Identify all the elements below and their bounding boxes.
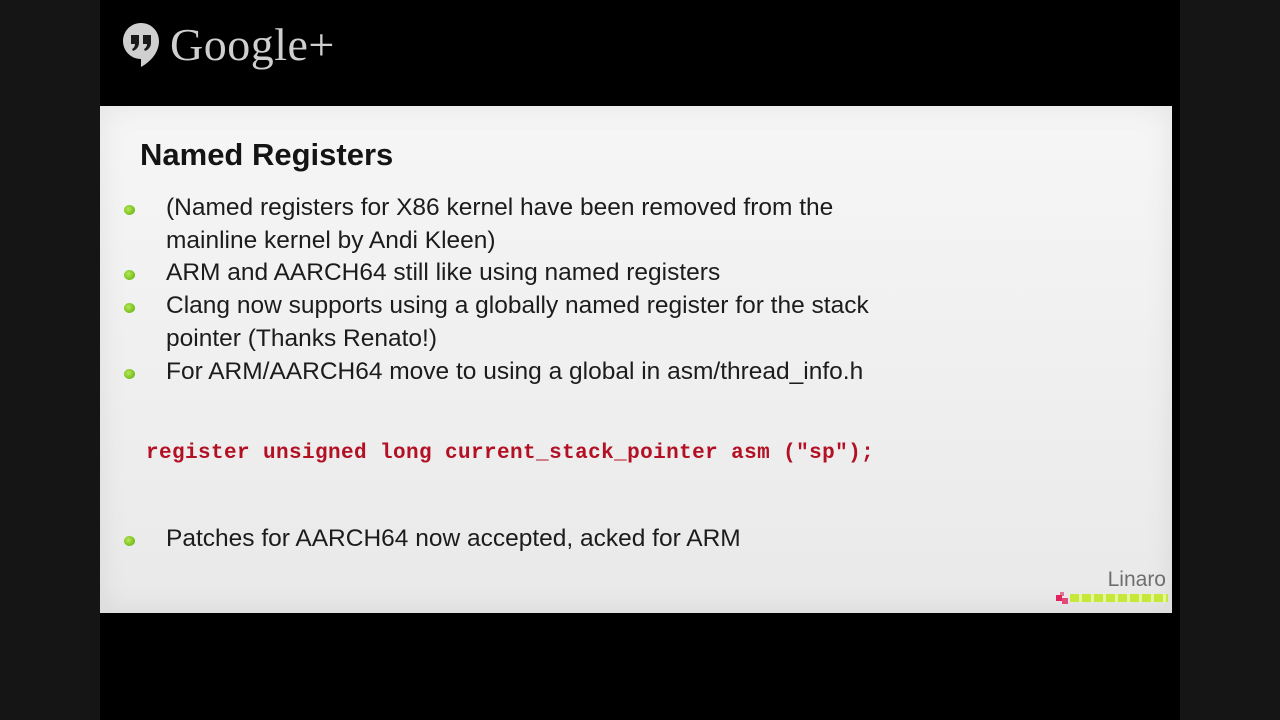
bullet-dot <box>124 369 135 379</box>
left-pillarbox <box>0 0 100 720</box>
bullet-line: Patches for AARCH64 now accepted, acked … <box>166 525 741 552</box>
bullet-dot <box>124 205 135 215</box>
hangouts-icon <box>123 23 159 67</box>
bullet-line: mainline kernel by Andi Kleen) <box>166 226 496 254</box>
bullet-dot <box>124 303 135 313</box>
bullet-item: (Named registers for X86 kernel have bee… <box>166 192 1146 257</box>
bullet-line: ARM and AARCH64 still like using named r… <box>166 259 721 286</box>
bullet-item: Patches for AARCH64 now accepted, acked … <box>166 523 1146 556</box>
bullet-item: For ARM/AARCH64 move to using a global i… <box>166 356 1146 389</box>
code-snippet: register unsigned long current_stack_poi… <box>146 442 875 465</box>
linaro-bar <box>1070 594 1168 602</box>
presentation-slide: Named Registers (Named registers for X86… <box>100 106 1172 613</box>
bullet-line: For ARM/AARCH64 move to using a global i… <box>166 358 864 385</box>
linaro-logo: Linaro <box>1056 568 1172 608</box>
bullet-dot <box>124 270 135 280</box>
bullet-line: Clang now supports using a globally name… <box>166 292 869 319</box>
google-plus-badge: Google+ <box>122 22 335 68</box>
google-plus-wordmark: Google+ <box>170 19 335 70</box>
right-pillarbox <box>1180 0 1280 720</box>
bullet-line: pointer (Thanks Renato!) <box>166 324 437 352</box>
bullet-item: Clang now supports using a globally name… <box>166 290 1146 355</box>
bullet-line: (Named registers for X86 kernel have bee… <box>166 194 834 221</box>
linaro-wordmark: Linaro <box>1107 568 1166 591</box>
slide-title: Named Registers <box>140 137 394 172</box>
bullet-item: ARM and AARCH64 still like using named r… <box>166 257 1146 290</box>
bullet-dot <box>124 536 135 546</box>
linaro-mark-icon <box>1056 592 1068 604</box>
